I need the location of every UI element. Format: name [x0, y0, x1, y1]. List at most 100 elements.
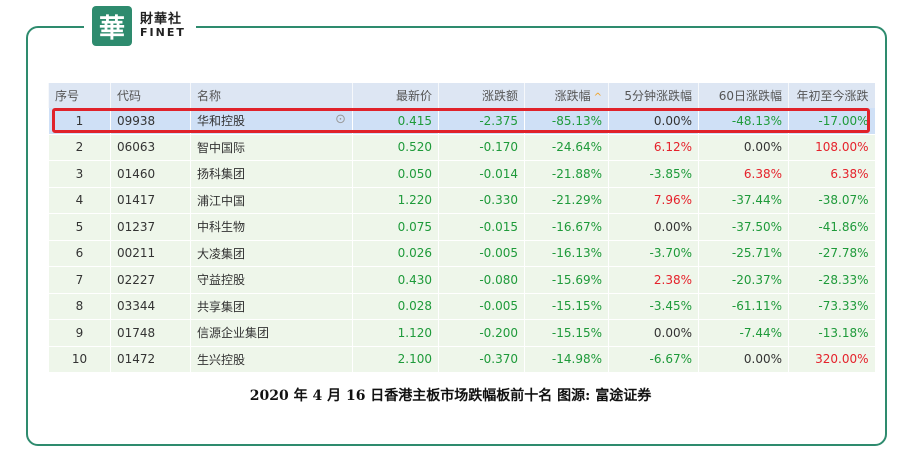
cell-ytd: -73.33%: [788, 293, 875, 320]
cell-code: 09938: [110, 108, 191, 135]
header-price[interactable]: 最新价: [352, 83, 439, 108]
header-ytd[interactable]: 年初至今涨跌: [788, 83, 875, 108]
table-row[interactable]: 3 01460 扬科集团 0.050 -0.014 -21.88% -3.85% 6.38% 6…: [48, 160, 875, 188]
cell-no: 5: [48, 213, 111, 241]
header-change-pct-label: 涨跌幅: [554, 89, 591, 103]
cell-ytd: -27.78%: [788, 240, 875, 267]
logo-text: 財華社 FINET: [140, 13, 186, 38]
cell-ytd: 6.38%: [788, 160, 875, 188]
cell-change: -0.014: [438, 160, 525, 188]
table-row[interactable]: 4 01417 浦江中国 1.220 -0.330 -21.29% 7.96% -37.44%…: [48, 187, 875, 214]
cell-code: 01460: [110, 160, 191, 188]
table-row[interactable]: 10 01472 生兴控股 2.100 -0.370 -14.98% -6.67% 0.00%…: [48, 346, 875, 373]
cell-price: 0.430: [352, 266, 439, 294]
cell-name: 信源企业集团: [190, 319, 353, 347]
cell-ytd: -13.18%: [788, 319, 875, 347]
cell-no: 10: [48, 346, 111, 373]
cell-change-pct: -15.15%: [524, 293, 609, 320]
cell-60day: -48.13%: [698, 108, 789, 135]
table-row[interactable]: 9 01748 信源企业集团 1.120 -0.200 -15.15% 0.00% -7.44…: [48, 319, 875, 347]
cell-change-pct: -15.15%: [524, 319, 609, 347]
cell-no: 2: [48, 134, 111, 161]
cell-change-pct: -15.69%: [524, 266, 609, 294]
stock-table: 序号 代码 名称 最新价 涨跌额 涨跌幅 ^ 5分钟涨跌幅 60日涨跌幅 年初至今…: [48, 83, 875, 373]
cell-ytd: 320.00%: [788, 346, 875, 373]
cell-change: -0.005: [438, 293, 525, 320]
header-name[interactable]: 名称: [190, 83, 353, 108]
sort-asc-icon: ^: [593, 92, 602, 103]
cell-name: 扬科集团: [190, 160, 353, 188]
table-row[interactable]: 8 03344 共享集团 0.028 -0.005 -15.15% -3.45% -61.11…: [48, 293, 875, 320]
cell-ytd: -17.00%: [788, 108, 875, 135]
cell-code: 02227: [110, 266, 191, 294]
cell-code: 03344: [110, 293, 191, 320]
cell-5min: 6.12%: [608, 134, 699, 161]
cell-name: 智中国际: [190, 134, 353, 161]
cell-no: 3: [48, 160, 111, 188]
cell-5min: 0.00%: [608, 319, 699, 347]
cell-change-pct: -85.13%: [524, 108, 609, 135]
cell-code: 06063: [110, 134, 191, 161]
header-change[interactable]: 涨跌额: [438, 83, 525, 108]
cell-ytd: 108.00%: [788, 134, 875, 161]
cell-no: 1: [48, 108, 111, 135]
cell-name: 守益控股: [190, 266, 353, 294]
cell-change: -0.370: [438, 346, 525, 373]
figure-caption: 2020 年 4 月 16 日香港主板市场跌幅板前十名 图源: 富途证券: [249, 388, 652, 404]
cell-price: 0.415: [352, 108, 439, 135]
cell-5min: -6.67%: [608, 346, 699, 373]
cell-60day: -25.71%: [698, 240, 789, 267]
table-row[interactable]: 5 01237 中科生物 0.075 -0.015 -16.67% 0.00% -37.50%…: [48, 213, 875, 241]
table-row[interactable]: 7 02227 守益控股 0.430 -0.080 -15.69% 2.38% -20.37%…: [48, 266, 875, 294]
cell-5min: 0.00%: [608, 213, 699, 241]
cell-change: -2.375: [438, 108, 525, 135]
cell-price: 2.100: [352, 346, 439, 373]
cell-price: 0.520: [352, 134, 439, 161]
header-60day[interactable]: 60日涨跌幅: [698, 83, 789, 108]
logo-name-en: FINET: [140, 26, 186, 40]
cell-change-pct: -16.67%: [524, 213, 609, 241]
cell-no: 7: [48, 266, 111, 294]
table-row[interactable]: 2 06063 智中国际 0.520 -0.170 -24.64% 6.12% 0.00% 10…: [48, 134, 875, 161]
cell-name: 中科生物: [190, 213, 353, 241]
cell-code: 01237: [110, 213, 191, 241]
table-row[interactable]: 6 00211 大凌集团 0.026 -0.005 -16.13% -3.70% -25.71…: [48, 240, 875, 267]
cell-no: 8: [48, 293, 111, 320]
cell-change: -0.080: [438, 266, 525, 294]
cell-change: -0.200: [438, 319, 525, 347]
logo-name-cn: 財華社: [140, 12, 183, 28]
cell-ytd: -38.07%: [788, 187, 875, 214]
cell-60day: -20.37%: [698, 266, 789, 294]
header-no[interactable]: 序号: [48, 83, 111, 108]
cell-change: -0.015: [438, 213, 525, 241]
cell-change: -0.005: [438, 240, 525, 267]
cell-5min: -3.45%: [608, 293, 699, 320]
header-5min[interactable]: 5分钟涨跌幅: [608, 83, 699, 108]
cell-60day: -7.44%: [698, 319, 789, 347]
table-row[interactable]: 1 09938 华和控股 ⊙ 0.415 -2.375 -85.13% 0.00% -48.13…: [48, 108, 875, 135]
cell-name: 生兴控股: [190, 346, 353, 373]
cell-code: 00211: [110, 240, 191, 267]
cell-60day: 0.00%: [698, 346, 789, 373]
cell-price: 1.120: [352, 319, 439, 347]
cell-price: 1.220: [352, 187, 439, 214]
cell-5min: 2.38%: [608, 266, 699, 294]
cell-name: 共享集团: [190, 293, 353, 320]
cell-change-pct: -16.13%: [524, 240, 609, 267]
cell-name: 大凌集团: [190, 240, 353, 267]
header-change-pct[interactable]: 涨跌幅 ^: [524, 83, 609, 108]
cell-code: 01417: [110, 187, 191, 214]
cell-price: 0.050: [352, 160, 439, 188]
cell-change-pct: -14.98%: [524, 346, 609, 373]
cell-5min: 7.96%: [608, 187, 699, 214]
header-code[interactable]: 代码: [110, 83, 191, 108]
cell-change-pct: -24.64%: [524, 134, 609, 161]
logo-mark: 華: [92, 6, 132, 46]
cell-ytd: -41.86%: [788, 213, 875, 241]
cell-60day: -37.50%: [698, 213, 789, 241]
table-header: 序号 代码 名称 最新价 涨跌额 涨跌幅 ^ 5分钟涨跌幅 60日涨跌幅 年初至今…: [48, 83, 875, 108]
row-settings-icon[interactable]: ⊙: [335, 112, 346, 127]
cell-code: 01472: [110, 346, 191, 373]
cell-60day: -37.44%: [698, 187, 789, 214]
cell-name: 华和控股 ⊙: [190, 108, 353, 135]
